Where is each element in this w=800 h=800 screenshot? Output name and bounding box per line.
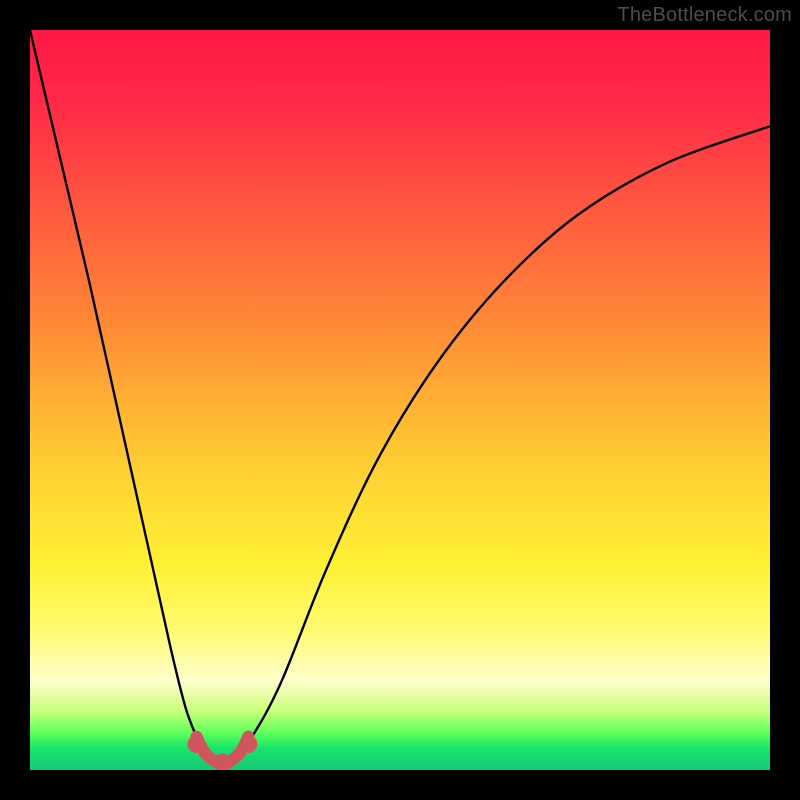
marker-layer: [30, 30, 770, 770]
chart-frame: TheBottleneck.com: [0, 0, 800, 800]
plot-area: [30, 30, 770, 770]
watermark-label: TheBottleneck.com: [617, 4, 792, 27]
valley-marker: [239, 735, 257, 753]
valley-marker: [188, 735, 206, 753]
valley-marker: [213, 754, 231, 770]
